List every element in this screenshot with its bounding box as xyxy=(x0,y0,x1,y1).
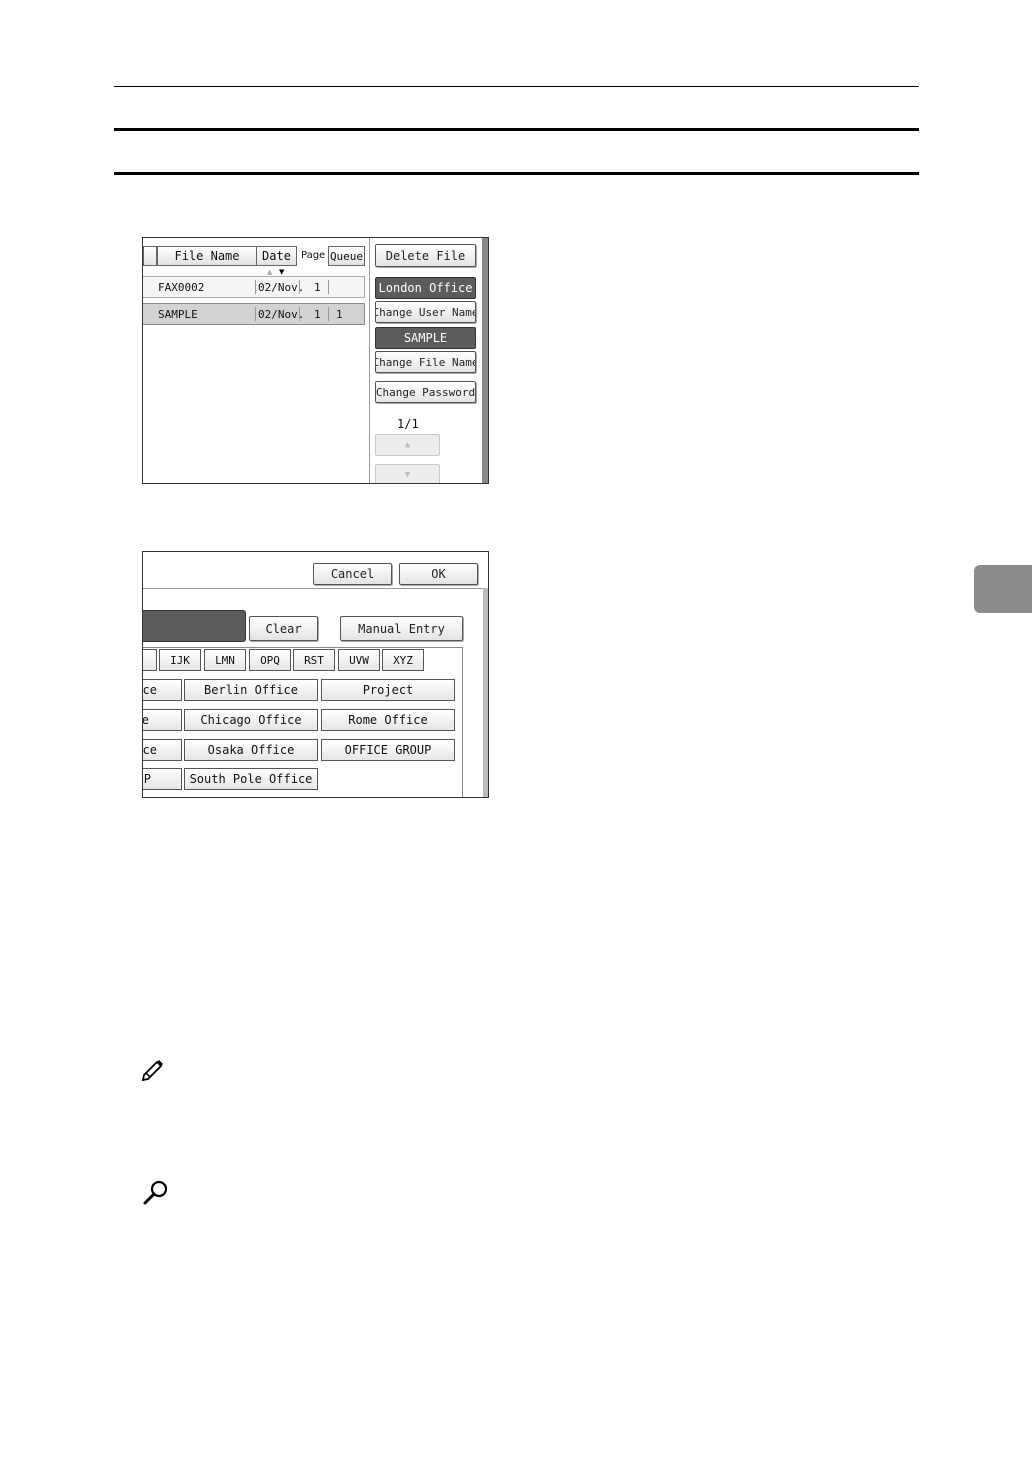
tab-ijk[interactable]: IJK xyxy=(159,649,201,671)
file-row-name: FAX0002 xyxy=(158,281,205,294)
manual-entry-button[interactable]: Manual Entry xyxy=(340,616,463,641)
delete-file-button[interactable]: Delete File xyxy=(375,244,476,267)
destination-button-chicago-office[interactable]: Chicago Office xyxy=(184,709,318,731)
section-rule-upper xyxy=(114,128,919,131)
destination-button-berlin-office[interactable]: Berlin Office xyxy=(184,679,318,701)
column-divider xyxy=(328,307,329,321)
file-row-page: 1 xyxy=(314,281,321,294)
tab-xyz[interactable]: XYZ xyxy=(382,649,424,671)
top-rule xyxy=(114,86,919,87)
arrow-up-icon: ▲ xyxy=(404,440,411,450)
section-rule-lower xyxy=(114,172,919,175)
file-row[interactable]: FAX0002 02/Nov. 1 xyxy=(143,276,365,298)
tab-lmn[interactable]: LMN xyxy=(204,649,246,671)
destination-button-partial[interactable]: ce xyxy=(143,739,182,761)
destination-screen: Cancel OK Clear Manual Entry IJK LMN OPQ… xyxy=(142,551,489,798)
scroll-up-button[interactable]: ▲ xyxy=(375,434,440,456)
destination-button-osaka-office[interactable]: Osaka Office xyxy=(184,739,318,761)
tab-partial[interactable] xyxy=(143,649,157,671)
column-divider xyxy=(328,280,329,294)
file-name-display: SAMPLE xyxy=(375,327,476,349)
panel-divider xyxy=(369,238,370,483)
column-divider xyxy=(299,307,300,321)
file-row[interactable]: SAMPLE 02/Nov. 1 1 xyxy=(143,303,365,325)
column-header-blank xyxy=(143,246,157,266)
destination-button-rome-office[interactable]: Rome Office xyxy=(321,709,455,731)
sort-descending-icon[interactable]: ▼ xyxy=(279,268,284,276)
destination-button-office-group[interactable]: OFFICE GROUP xyxy=(321,739,455,761)
file-row-page: 1 xyxy=(314,308,321,321)
change-user-name-button[interactable]: Change User Name xyxy=(375,301,476,323)
column-header-file-name[interactable]: File Name xyxy=(157,246,257,266)
cancel-button[interactable]: Cancel xyxy=(313,563,392,585)
title-bar-divider xyxy=(143,588,488,589)
tab-rst[interactable]: RST xyxy=(293,649,335,671)
file-row-date: 02/Nov. xyxy=(258,308,305,321)
file-list-screen: File Name Date Page Queue ▲ ▼ FAX0002 02… xyxy=(142,237,489,484)
user-name-display: London Office xyxy=(375,277,476,299)
column-divider xyxy=(299,280,300,294)
column-header-date[interactable]: Date xyxy=(256,246,297,266)
page-indicator: 1/1 xyxy=(397,417,419,431)
destination-button-project[interactable]: Project xyxy=(321,679,455,701)
destination-button-partial[interactable]: ce xyxy=(143,679,182,701)
change-file-name-button[interactable]: Change File Name xyxy=(375,351,476,373)
sort-ascending-icon[interactable]: ▲ xyxy=(267,268,272,276)
tab-opq[interactable]: OPQ xyxy=(249,649,291,671)
column-header-queue[interactable]: Queue xyxy=(328,246,365,266)
arrow-down-icon: ▼ xyxy=(404,470,411,480)
file-row-date: 02/Nov. xyxy=(258,281,305,294)
scroll-down-button[interactable]: ▼ xyxy=(375,464,440,483)
change-password-button[interactable]: Change Password xyxy=(375,381,476,403)
selected-name-field xyxy=(143,610,246,642)
clear-button[interactable]: Clear xyxy=(249,616,318,641)
file-row-name: SAMPLE xyxy=(158,308,198,321)
file-row-queue: 1 xyxy=(336,308,343,321)
tab-uvw[interactable]: UVW xyxy=(338,649,380,671)
right-edge-bar xyxy=(482,238,488,483)
column-divider xyxy=(255,307,256,321)
pencil-icon xyxy=(140,1055,166,1082)
chapter-thumb-tab xyxy=(974,565,1032,613)
destination-button-partial[interactable]: P xyxy=(143,768,182,790)
magnifier-icon xyxy=(142,1178,170,1206)
column-header-page: Page xyxy=(301,250,326,261)
destination-button-partial[interactable]: e xyxy=(143,709,182,731)
ok-button[interactable]: OK xyxy=(399,563,478,585)
right-edge-bar xyxy=(483,588,488,797)
column-divider xyxy=(255,280,256,294)
destination-button-south-pole-office[interactable]: South Pole Office xyxy=(184,768,318,790)
